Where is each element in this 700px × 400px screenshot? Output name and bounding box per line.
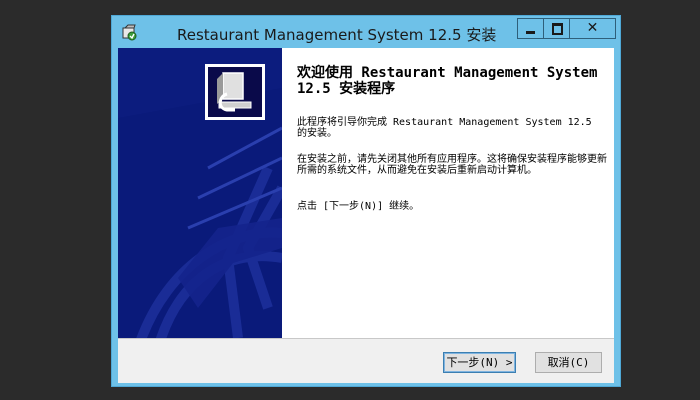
- installer-logo-icon: [205, 64, 265, 120]
- close-button[interactable]: ✕: [569, 18, 616, 39]
- intro-text: 此程序将引导你完成 Restaurant Management System 1…: [297, 117, 592, 139]
- title-bar[interactable]: Restaurant Management System 12.5 安装 ✕: [112, 16, 620, 48]
- welcome-heading: 欢迎使用 Restaurant Management System 12.5 安…: [297, 65, 598, 97]
- continue-text: 点击 [下一步(N)] 继续。: [297, 201, 420, 212]
- minimize-icon: [526, 31, 535, 34]
- maximize-button[interactable]: [543, 18, 570, 39]
- button-bar: 下一步(N) > 取消(C): [118, 338, 614, 383]
- welcome-content: 欢迎使用 Restaurant Management System 12.5 安…: [282, 48, 614, 338]
- maximize-icon: [552, 23, 563, 35]
- client-area: 欢迎使用 Restaurant Management System 12.5 安…: [118, 48, 614, 383]
- installer-window: Restaurant Management System 12.5 安装 ✕ 欢…: [111, 15, 621, 387]
- close-apps-text: 在安装之前，请先关闭其他所有应用程序。这将确保安装程序能够更新所需的系统文件，从…: [297, 154, 607, 176]
- window-title: Restaurant Management System 12.5 安装: [177, 26, 497, 44]
- minimize-button[interactable]: [517, 18, 544, 39]
- close-icon: ✕: [586, 20, 599, 36]
- next-button[interactable]: 下一步(N) >: [443, 352, 516, 373]
- installer-icon: [120, 23, 138, 41]
- wizard-banner: [118, 48, 282, 338]
- cancel-button[interactable]: 取消(C): [535, 352, 602, 373]
